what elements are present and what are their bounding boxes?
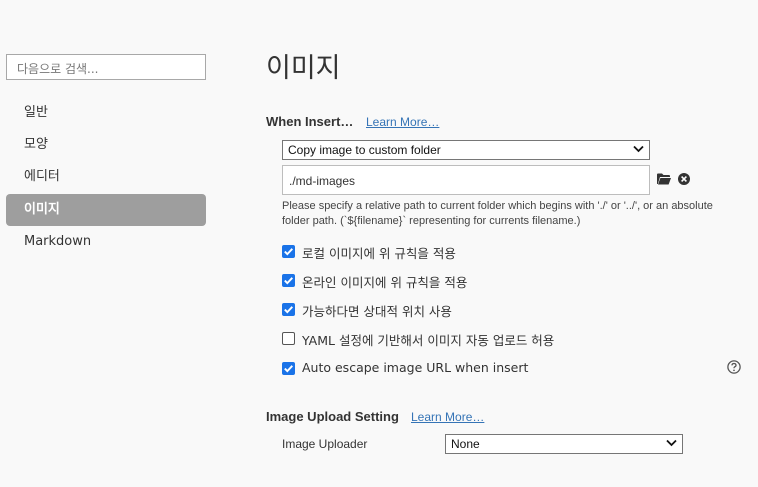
clear-icon[interactable]: [678, 173, 690, 185]
image-folder-path-input[interactable]: ./md-images: [282, 165, 650, 195]
when-insert-heading: When Insert…: [266, 114, 354, 129]
sidebar-item-markdown[interactable]: Markdown: [6, 226, 206, 258]
option-apply-online[interactable]: 온라인 이미지에 위 규칙을 적용: [282, 272, 522, 290]
image-upload-heading: Image Upload Setting: [266, 409, 399, 424]
checkbox[interactable]: [282, 245, 295, 258]
option-label: Auto escape image URL when insert: [302, 360, 529, 375]
checkbox[interactable]: [282, 362, 295, 375]
chevron-down-icon: [633, 145, 644, 153]
page-title: 이미지: [266, 53, 341, 84]
option-yaml-auto-upload[interactable]: YAML 설정에 기반해서 이미지 자동 업로드 허용: [282, 330, 602, 348]
image-uploader-select[interactable]: None: [445, 434, 683, 454]
checkbox[interactable]: [282, 332, 295, 345]
option-label: 가능하다면 상대적 위치 사용: [302, 304, 452, 319]
check-icon: [284, 365, 293, 373]
when-insert-learn-more-link[interactable]: Learn More…: [366, 115, 439, 129]
option-relative-path[interactable]: 가능하다면 상대적 위치 사용: [282, 301, 522, 319]
option-label: YAML 설정에 기반해서 이미지 자동 업로드 허용: [302, 333, 555, 348]
sidebar-item-general[interactable]: 일반: [6, 97, 206, 129]
path-hint-text: Please specify a relative path to curren…: [282, 200, 713, 227]
check-icon: [284, 248, 293, 256]
upload-learn-more-link[interactable]: Learn More…: [411, 410, 484, 424]
folder-icon[interactable]: [657, 173, 671, 185]
insert-action-value: Copy image to custom folder: [288, 143, 441, 157]
image-uploader-value: None: [451, 437, 480, 451]
option-apply-local[interactable]: 로컬 이미지에 위 규칙을 적용: [282, 243, 522, 261]
option-label: 로컬 이미지에 위 규칙을 적용: [302, 246, 456, 261]
checkbox[interactable]: [282, 303, 295, 316]
help-icon[interactable]: [727, 360, 741, 374]
check-icon: [284, 277, 293, 285]
option-label: 온라인 이미지에 위 규칙을 적용: [302, 275, 468, 290]
checkbox[interactable]: [282, 274, 295, 287]
sidebar-item-image[interactable]: 이미지: [6, 194, 206, 226]
option-auto-escape-url[interactable]: Auto escape image URL when insert: [282, 360, 542, 378]
search-input[interactable]: 다음으로 검색...: [6, 54, 206, 80]
image-uploader-label: Image Uploader: [282, 437, 368, 451]
sidebar-item-editor[interactable]: 에디터: [6, 161, 206, 193]
chevron-down-icon: [666, 439, 677, 447]
insert-action-select[interactable]: Copy image to custom folder: [282, 140, 650, 160]
sidebar-item-appearance[interactable]: 모양: [6, 129, 206, 161]
check-icon: [284, 306, 293, 314]
